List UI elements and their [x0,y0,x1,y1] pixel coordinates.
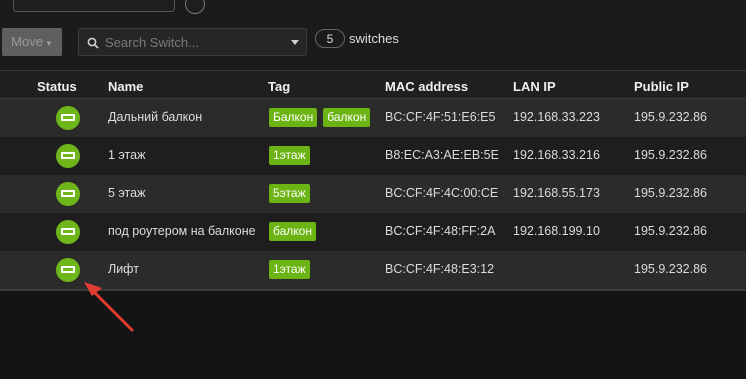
switch-name: Дальний балкон [108,110,203,124]
tag-badge[interactable]: балкон [269,222,316,241]
table-row[interactable]: 1 этаж 1этаж B8:EC:A3:AE:EB:5E 192.168.3… [0,137,746,175]
switch-count-label: switches [349,31,399,46]
column-header-status[interactable]: Status [37,79,77,94]
switch-status-icon [56,220,80,244]
switch-name: 5 этаж [108,186,146,200]
search-box[interactable] [78,28,307,56]
column-header-name[interactable]: Name [108,79,143,94]
tag-badge[interactable]: Балкон [269,108,318,127]
column-header-tag[interactable]: Tag [268,79,290,94]
switch-status-icon [56,106,80,130]
table-header: Status Name Tag MAC address LAN IP Publi… [0,70,746,99]
mac-address: BC:CF:4F:4C:00:CE [385,186,499,200]
move-button-label: Move [11,34,43,49]
refresh-icon[interactable] [185,0,205,14]
public-ip: 195.9.232.86 [634,148,707,162]
tag-badge[interactable]: 5этаж [269,184,310,203]
public-ip: 195.9.232.86 [634,262,707,276]
top-input-field[interactable] [13,0,175,12]
switch-status-icon [56,144,80,168]
tag-list: балкон [269,222,322,241]
search-input[interactable] [105,33,280,51]
public-ip: 195.9.232.86 [634,186,707,200]
lan-ip: 192.168.55.173 [513,186,600,200]
tag-badge[interactable]: 1этаж [269,260,310,279]
table-row[interactable]: 5 этаж 5этаж BC:CF:4F:4C:00:CE 192.168.5… [0,175,746,213]
lan-ip: 192.168.33.216 [513,148,600,162]
table-row[interactable]: Дальний балкон Балкон балкон BC:CF:4F:51:… [0,99,746,137]
switch-count-badge: 5 [315,29,345,48]
annotation-arrow-icon [84,282,134,332]
column-header-lan-ip[interactable]: LAN IP [513,79,556,94]
table-row[interactable]: под роутером на балконе балкон BC:CF:4F:… [0,213,746,251]
public-ip: 195.9.232.86 [634,224,707,238]
top-bar [0,0,746,14]
mac-address: BC:CF:4F:48:E3:12 [385,262,495,276]
mac-address: BC:CF:4F:48:FF:2A [385,224,496,238]
switch-name: под роутером на балконе [108,224,256,238]
tag-list: 1этаж [269,260,316,279]
tag-list: Балкон балкон [269,108,376,127]
tag-list: 1этаж [269,146,316,165]
mac-address: BC:CF:4F:51:E6:E5 [385,110,496,124]
search-dropdown-icon[interactable] [291,40,299,45]
tag-list: 5этаж [269,184,316,203]
search-icon [87,37,99,49]
column-header-public-ip[interactable]: Public IP [634,79,689,94]
chevron-down-icon: ▼ [44,39,53,48]
public-ip: 195.9.232.86 [634,110,707,124]
column-header-mac[interactable]: MAC address [385,79,468,94]
switch-status-icon [56,258,80,282]
switch-table: Status Name Tag MAC address LAN IP Publi… [0,70,746,291]
tag-badge[interactable]: 1этаж [269,146,310,165]
switch-name: 1 этаж [108,148,146,162]
tag-badge[interactable]: балкон [323,108,371,127]
lan-ip: 192.168.199.10 [513,224,600,238]
mac-address: B8:EC:A3:AE:EB:5E [385,148,499,162]
toolbar: Move▼ 5 switches [0,14,746,70]
move-button[interactable]: Move ▼ [2,28,62,56]
switch-status-icon [56,182,80,206]
lan-ip: 192.168.33.223 [513,110,600,124]
